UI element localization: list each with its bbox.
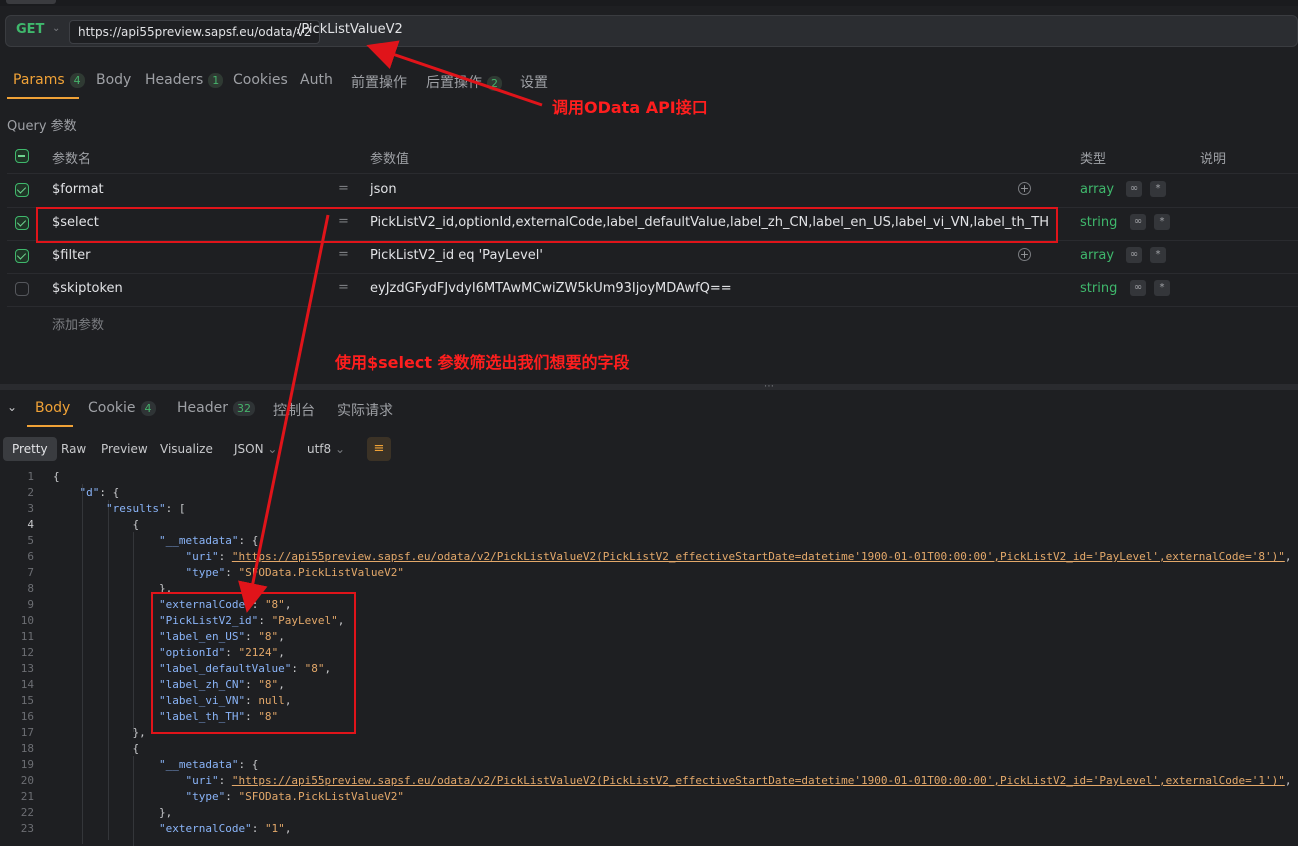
arrow-to-url <box>366 40 543 107</box>
annotation-arrows <box>238 40 543 613</box>
arrow-to-results <box>238 214 330 613</box>
